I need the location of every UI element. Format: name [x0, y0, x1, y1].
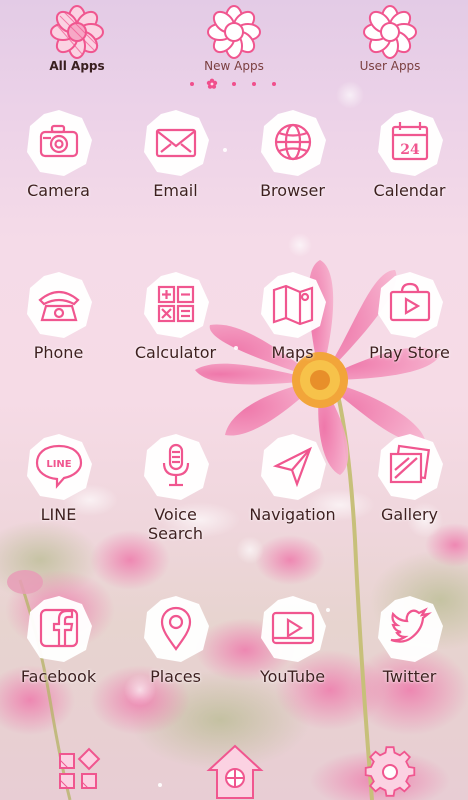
- tab-label: User Apps: [359, 59, 421, 73]
- app-camera[interactable]: Camera: [0, 108, 117, 238]
- app-email[interactable]: Email: [117, 108, 234, 238]
- app-label: Navigation: [249, 505, 336, 524]
- app-label: Camera: [27, 181, 90, 200]
- phone-icon: [26, 272, 92, 338]
- line-badge-text: LINE: [46, 459, 71, 470]
- line-bubble-icon: LINE: [26, 434, 92, 500]
- camera-icon: [26, 110, 92, 176]
- page-dot: [252, 82, 256, 86]
- app-navigation[interactable]: Navigation: [234, 432, 351, 562]
- app-calendar[interactable]: 24 Calendar: [351, 108, 468, 238]
- envelope-icon: [143, 110, 209, 176]
- app-label: Voice Search: [148, 505, 203, 543]
- daisy-icon: [363, 5, 417, 59]
- app-label: Browser: [260, 181, 325, 200]
- page-indicator: [190, 78, 280, 90]
- calendar-day: 24: [400, 142, 420, 158]
- tab-new-apps[interactable]: New Apps: [184, 2, 284, 73]
- globe-icon: [260, 110, 326, 176]
- microphone-icon: [143, 434, 209, 500]
- app-category-tabs: All Apps New Apps User Apps: [0, 0, 468, 90]
- app-label: Gallery: [381, 505, 438, 524]
- location-pin-icon: [143, 596, 209, 662]
- facebook-icon: [26, 596, 92, 662]
- app-line[interactable]: LINE LINE: [0, 432, 117, 562]
- daisy-icon: [50, 5, 104, 59]
- app-label: Places: [150, 667, 201, 686]
- tab-user-apps[interactable]: User Apps: [340, 2, 440, 73]
- twitter-bird-icon: [377, 596, 443, 662]
- app-label: Twitter: [382, 667, 437, 686]
- app-label: Calendar: [373, 181, 446, 200]
- app-voice-search[interactable]: Voice Search: [117, 432, 234, 562]
- daisy-icon: [207, 5, 261, 59]
- app-label: YouTube: [259, 667, 326, 686]
- photos-icon: [377, 434, 443, 500]
- app-youtube[interactable]: YouTube: [234, 594, 351, 724]
- youtube-icon: [260, 596, 326, 662]
- page-dot: [190, 82, 194, 86]
- page-dot: [272, 82, 276, 86]
- app-label: LINE: [40, 505, 77, 524]
- page-dot: [232, 82, 236, 86]
- app-twitter[interactable]: Twitter: [351, 594, 468, 724]
- tab-label: All Apps: [49, 59, 105, 73]
- navigation-arrow-icon: [260, 434, 326, 500]
- app-browser[interactable]: Browser: [234, 108, 351, 238]
- current-page-flower-icon: [206, 78, 218, 89]
- app-label: Facebook: [20, 667, 97, 686]
- app-label: Maps: [271, 343, 314, 362]
- app-label: Email: [153, 181, 198, 200]
- home-icon[interactable]: [205, 740, 265, 800]
- app-maps[interactable]: Maps: [234, 270, 351, 400]
- app-phone[interactable]: Phone: [0, 270, 117, 400]
- home-screen: All Apps New Apps User Apps Camera Email…: [0, 0, 468, 800]
- tab-all-apps[interactable]: All Apps: [27, 2, 127, 73]
- app-label: Calculator: [134, 343, 217, 362]
- tab-label: New Apps: [204, 59, 264, 73]
- map-icon: [260, 272, 326, 338]
- app-label: Play Store: [369, 343, 450, 362]
- app-label: Phone: [33, 343, 84, 362]
- app-gallery[interactable]: Gallery: [351, 432, 468, 562]
- settings-gear-icon[interactable]: [360, 740, 420, 800]
- app-facebook[interactable]: Facebook: [0, 594, 117, 724]
- calculator-icon: [143, 272, 209, 338]
- calendar-icon: 24: [377, 110, 443, 176]
- play-store-icon: [377, 272, 443, 338]
- app-calculator[interactable]: Calculator: [117, 270, 234, 400]
- app-places[interactable]: Places: [117, 594, 234, 724]
- app-play-store[interactable]: Play Store: [351, 270, 468, 400]
- app-drawer-icon[interactable]: [48, 740, 108, 800]
